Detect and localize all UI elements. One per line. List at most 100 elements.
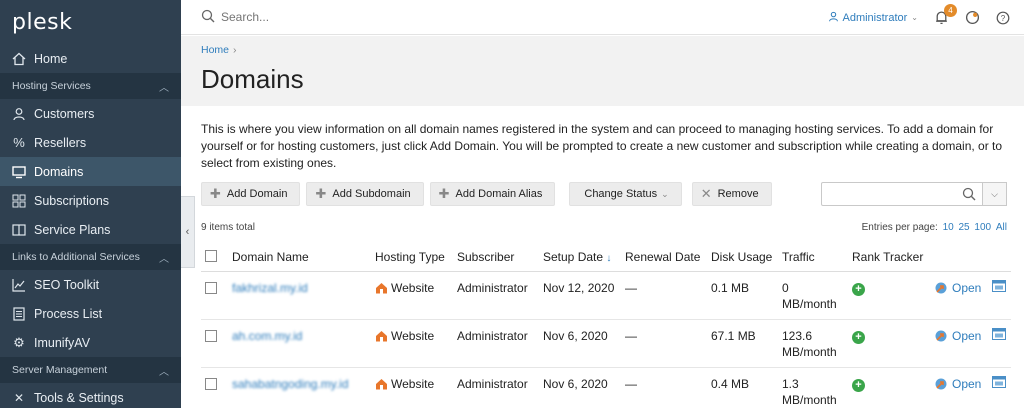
- monitor-icon: [12, 165, 26, 179]
- row-select-cell: [201, 319, 228, 368]
- user-menu[interactable]: Administrator ⌄: [828, 11, 918, 25]
- section-server-management[interactable]: Server Management ︿: [0, 357, 181, 383]
- chevron-left-icon: ‹: [185, 226, 190, 238]
- preview-cell: [988, 319, 1011, 368]
- sidebar-item-seo-toolkit[interactable]: SEO Toolkit: [0, 270, 181, 299]
- traffic-cell: 123.6 MB/month: [778, 319, 848, 368]
- table-row: sahabatngoding.my.id Website Administrat…: [201, 367, 1011, 408]
- search-options-dropdown[interactable]: ⌵: [983, 182, 1007, 206]
- sidebar-item-resellers[interactable]: % Resellers: [0, 128, 181, 157]
- col-domain-name[interactable]: Domain Name: [228, 243, 371, 272]
- sidebar-item-tools-settings[interactable]: ✕ Tools & Settings: [0, 383, 181, 408]
- col-hosting-type[interactable]: Hosting Type: [371, 243, 453, 272]
- disk-usage-cell: 67.1 MB: [707, 319, 778, 368]
- col-extra: [988, 243, 1011, 272]
- renewal-date-cell: —: [621, 319, 707, 368]
- gear-icon: ⚙: [13, 334, 25, 350]
- col-subscriber[interactable]: Subscriber: [453, 243, 539, 272]
- sidebar-item-subscriptions[interactable]: Subscriptions: [0, 186, 181, 215]
- col-disk-usage[interactable]: Disk Usage: [707, 243, 778, 272]
- plus-icon: ✚: [315, 186, 327, 201]
- sidebar-item-customers[interactable]: Customers: [0, 99, 181, 128]
- help-button[interactable]: ?: [996, 11, 1010, 25]
- open-link[interactable]: Open: [934, 376, 981, 392]
- row-checkbox[interactable]: [205, 281, 217, 294]
- plesk-logo[interactable]: plesk: [0, 0, 181, 44]
- table-header-row: Domain Name Hosting Type Subscriber Setu…: [201, 243, 1011, 272]
- search-input[interactable]: [221, 10, 381, 24]
- hosting-type: Website: [375, 376, 434, 392]
- col-traffic[interactable]: Traffic: [778, 243, 848, 272]
- button-label: Add Domain: [226, 188, 288, 200]
- plus-icon: ✚: [210, 186, 221, 201]
- hosting-cell: Website: [371, 319, 453, 368]
- col-setup-date[interactable]: Setup Date ↓: [539, 243, 621, 272]
- row-checkbox[interactable]: [205, 377, 217, 390]
- button-label: Remove: [717, 188, 759, 200]
- select-all-checkbox[interactable]: [205, 250, 217, 263]
- section-additional-services[interactable]: Links to Additional Services ︿: [0, 244, 181, 270]
- add-subdomain-button[interactable]: ✚ Add Subdomain: [306, 182, 424, 206]
- domain-link[interactable]: fakhrizal.my.id: [232, 281, 308, 295]
- notification-badge: 4: [944, 4, 957, 17]
- sidebar-item-domains[interactable]: Domains: [0, 157, 181, 186]
- sidebar-item-label: Subscriptions: [34, 193, 110, 208]
- domain-link[interactable]: ah.com.my.id: [232, 329, 302, 343]
- extensions-button[interactable]: [965, 10, 980, 25]
- per-page-all[interactable]: All: [996, 222, 1007, 233]
- notifications-button[interactable]: 4: [934, 4, 957, 25]
- sidebar-collapse-handle[interactable]: ‹: [181, 196, 195, 268]
- house-icon: [376, 282, 387, 293]
- user-icon: [12, 107, 26, 121]
- toolbar: ✚ Add Domain ✚ Add Subdomain ✚ Add Domai…: [201, 182, 772, 206]
- row-checkbox[interactable]: [205, 329, 217, 342]
- button-label: Change Status: [584, 188, 658, 200]
- change-status-button[interactable]: Change Status ⌄: [569, 182, 682, 206]
- sidebar-item-service-plans[interactable]: Service Plans: [0, 215, 181, 244]
- plus-icon: ✚: [438, 186, 450, 201]
- help-icon: ?: [996, 11, 1010, 24]
- open-link[interactable]: Open: [934, 328, 981, 344]
- add-rank-tracker-icon[interactable]: +: [852, 282, 865, 296]
- preview-cell: [988, 271, 1011, 320]
- open-site-icon: [935, 330, 947, 341]
- open-cell: Open: [930, 319, 988, 368]
- col-rank-tracker[interactable]: Rank Tracker: [848, 243, 930, 272]
- button-label: Add Domain Alias: [455, 188, 543, 200]
- section-label: Server Management: [12, 364, 108, 376]
- sidebar-item-label: Service Plans: [34, 222, 111, 237]
- sidebar-item-home[interactable]: Home: [0, 44, 181, 73]
- chevron-up-icon: ︿: [159, 82, 169, 94]
- add-rank-tracker-icon[interactable]: +: [852, 378, 865, 392]
- table-row: fakhrizal.my.id Website Administrator No…: [201, 271, 1011, 320]
- house-icon: [376, 378, 387, 389]
- open-label: Open: [952, 280, 982, 295]
- sidebar-item-process-list[interactable]: Process List: [0, 299, 181, 328]
- add-domain-alias-button[interactable]: ✚ Add Domain Alias: [429, 182, 556, 206]
- page-header: Home › Domains: [181, 36, 1024, 106]
- disk-usage-cell: 0.4 MB: [707, 367, 778, 408]
- open-link[interactable]: Open: [934, 280, 981, 296]
- section-label: Hosting Services: [12, 80, 91, 92]
- per-page-25[interactable]: 25: [959, 222, 970, 233]
- sidebar-item-imunifyav[interactable]: ⚙ ImunifyAV: [0, 328, 181, 357]
- chart-icon: [12, 278, 26, 292]
- page-title: Domains: [201, 64, 304, 94]
- breadcrumb: Home ›: [201, 44, 237, 56]
- col-renewal-date[interactable]: Renewal Date: [621, 243, 707, 272]
- section-hosting-services[interactable]: Hosting Services ︿: [0, 73, 181, 99]
- domain-link[interactable]: sahabatngoding.my.id: [232, 377, 349, 391]
- globe-icon: [965, 10, 980, 25]
- hosting-label: Website: [391, 376, 435, 391]
- domain-cell: sahabatngoding.my.id: [228, 367, 371, 408]
- list-search-input[interactable]: [821, 182, 983, 206]
- button-label: Add Subdomain: [332, 188, 411, 200]
- add-domain-button[interactable]: ✚ Add Domain: [201, 182, 301, 206]
- per-page-100[interactable]: 100: [974, 222, 991, 233]
- remove-button[interactable]: ✕ Remove: [691, 182, 772, 206]
- sidebar-item-label: Domains: [34, 164, 84, 179]
- add-rank-tracker-icon[interactable]: +: [852, 330, 865, 344]
- open-label: Open: [952, 328, 982, 343]
- breadcrumb-home[interactable]: Home: [201, 44, 229, 56]
- per-page-10[interactable]: 10: [943, 222, 954, 233]
